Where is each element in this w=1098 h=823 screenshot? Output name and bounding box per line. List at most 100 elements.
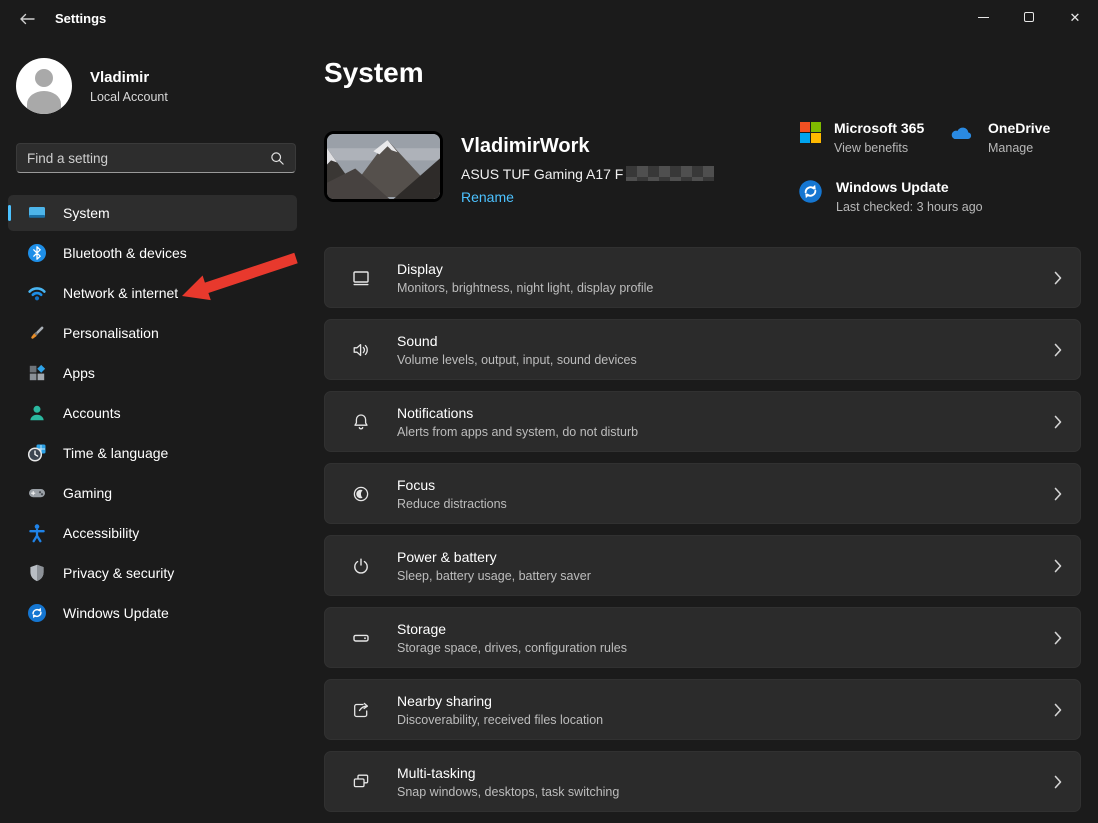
chevron-right-icon: [1054, 415, 1062, 429]
close-button[interactable]: ✕: [1052, 0, 1098, 34]
device-header: VladimirWork ASUS TUF Gaming A17 F Renam…: [324, 131, 714, 205]
card-subtitle: Snap windows, desktops, task switching: [397, 785, 1054, 799]
card-power-battery[interactable]: Power & battery Sleep, battery usage, ba…: [324, 535, 1081, 596]
microsoft-365-icon: [800, 122, 821, 143]
sidebar-item-accounts[interactable]: Accounts: [8, 395, 297, 431]
card-title: Sound: [397, 333, 1054, 349]
focus-icon: [351, 484, 371, 504]
network-icon: [27, 283, 47, 303]
card-notifications[interactable]: Notifications Alerts from apps and syste…: [324, 391, 1081, 452]
sidebar-item-system[interactable]: System: [8, 195, 297, 231]
sidebar-item-gaming[interactable]: Gaming: [8, 475, 297, 511]
personalisation-icon: [27, 323, 47, 343]
card-subtitle: Discoverability, received files location: [397, 713, 1054, 727]
sidebar-item-label: Privacy & security: [63, 565, 174, 581]
chevron-right-icon: [1054, 271, 1062, 285]
sidebar-item-time-language[interactable]: Time & language: [8, 435, 297, 471]
accessibility-icon: [27, 523, 47, 543]
onedrive-icon: [948, 123, 975, 143]
card-title: Focus: [397, 477, 1054, 493]
avatar-person-icon: [35, 69, 53, 87]
notifications-icon: [351, 412, 371, 432]
sidebar-item-label: Time & language: [63, 445, 168, 461]
card-subtitle: Monitors, brightness, night light, displ…: [397, 281, 1054, 295]
profile-name: Vladimir: [90, 69, 168, 86]
sidebar-item-accessibility[interactable]: Accessibility: [8, 515, 297, 551]
window-title: Settings: [55, 11, 106, 26]
chevron-right-icon: [1054, 775, 1062, 789]
search-icon[interactable]: [270, 151, 285, 166]
sidebar-item-network-internet[interactable]: Network & internet: [8, 275, 297, 311]
windows-update-icon: [798, 179, 823, 204]
quick-title: Microsoft 365: [834, 120, 924, 136]
avatar: [16, 58, 72, 114]
profile-account-type: Local Account: [90, 90, 168, 104]
card-subtitle: Reduce distractions: [397, 497, 1054, 511]
power-battery-icon: [351, 556, 371, 576]
microsoft-365-item[interactable]: Microsoft 365 View benefits: [800, 120, 924, 155]
chevron-right-icon: [1054, 559, 1062, 573]
card-sound[interactable]: Sound Volume levels, output, input, soun…: [324, 319, 1081, 380]
device-model: ASUS TUF Gaming A17 F: [461, 166, 714, 182]
sidebar-item-windows-update[interactable]: Windows Update: [8, 595, 297, 631]
quick-title: Windows Update: [836, 179, 983, 195]
redacted-text: [626, 166, 714, 181]
windows-update-icon: [27, 603, 47, 623]
quick-subtitle[interactable]: View benefits: [834, 141, 924, 155]
settings-card-list: Display Monitors, brightness, night ligh…: [324, 247, 1081, 823]
card-display[interactable]: Display Monitors, brightness, night ligh…: [324, 247, 1081, 308]
titlebar: Settings ✕: [0, 0, 1098, 36]
quick-subtitle[interactable]: Manage: [988, 141, 1050, 155]
search-input[interactable]: [27, 151, 270, 166]
sidebar-item-label: Personalisation: [63, 325, 159, 341]
back-arrow-icon: [19, 13, 35, 25]
card-title: Display: [397, 261, 1054, 277]
sound-icon: [351, 340, 371, 360]
minimize-button[interactable]: [960, 0, 1006, 34]
sidebar-item-bluetooth-devices[interactable]: Bluetooth & devices: [8, 235, 297, 271]
card-subtitle: Sleep, battery usage, battery saver: [397, 569, 1054, 583]
sidebar-item-label: Apps: [63, 365, 95, 381]
chevron-right-icon: [1054, 343, 1062, 357]
close-icon: ✕: [1070, 11, 1081, 24]
storage-icon: [351, 628, 371, 648]
quick-subtitle: Last checked: 3 hours ago: [836, 200, 983, 214]
onedrive-item[interactable]: OneDrive Manage: [948, 120, 1050, 155]
sidebar-item-privacy-security[interactable]: Privacy & security: [8, 555, 297, 591]
card-nearby-sharing[interactable]: Nearby sharing Discoverability, received…: [324, 679, 1081, 740]
maximize-icon: [1024, 12, 1034, 22]
sidebar-item-label: Gaming: [63, 485, 112, 501]
card-storage[interactable]: Storage Storage space, drives, configura…: [324, 607, 1081, 668]
minimize-icon: [978, 17, 989, 18]
sidebar-item-label: Network & internet: [63, 285, 178, 301]
sidebar-item-personalisation[interactable]: Personalisation: [8, 315, 297, 351]
display-icon: [351, 268, 371, 288]
chevron-right-icon: [1054, 631, 1062, 645]
chevron-right-icon: [1054, 703, 1062, 717]
rename-link[interactable]: Rename: [461, 189, 514, 205]
sidebar-item-label: System: [63, 205, 110, 221]
card-title: Power & battery: [397, 549, 1054, 565]
back-button[interactable]: [8, 4, 46, 34]
chevron-right-icon: [1054, 487, 1062, 501]
card-title: Notifications: [397, 405, 1054, 421]
quick-title: OneDrive: [988, 120, 1050, 136]
card-subtitle: Alerts from apps and system, do not dist…: [397, 425, 1054, 439]
window-controls: ✕: [960, 0, 1098, 34]
card-focus[interactable]: Focus Reduce distractions: [324, 463, 1081, 524]
settings-search-box[interactable]: [16, 143, 296, 173]
apps-icon: [27, 363, 47, 383]
gaming-icon: [27, 483, 47, 503]
sidebar-item-apps[interactable]: Apps: [8, 355, 297, 391]
time-language-icon: [27, 443, 47, 463]
sidebar-item-label: Windows Update: [63, 605, 169, 621]
maximize-button[interactable]: [1006, 0, 1052, 34]
card-multi-tasking[interactable]: Multi-tasking Snap windows, desktops, ta…: [324, 751, 1081, 812]
bluetooth-icon: [27, 243, 47, 263]
sidebar-item-label: Accounts: [63, 405, 121, 421]
device-name: VladimirWork: [461, 135, 714, 158]
card-title: Nearby sharing: [397, 693, 1054, 709]
windows-update-item[interactable]: Windows Update Last checked: 3 hours ago: [798, 179, 983, 214]
quick-info-panel: Microsoft 365 View benefits OneDrive Man…: [798, 116, 1088, 226]
user-profile: Vladimir Local Account: [16, 58, 168, 114]
